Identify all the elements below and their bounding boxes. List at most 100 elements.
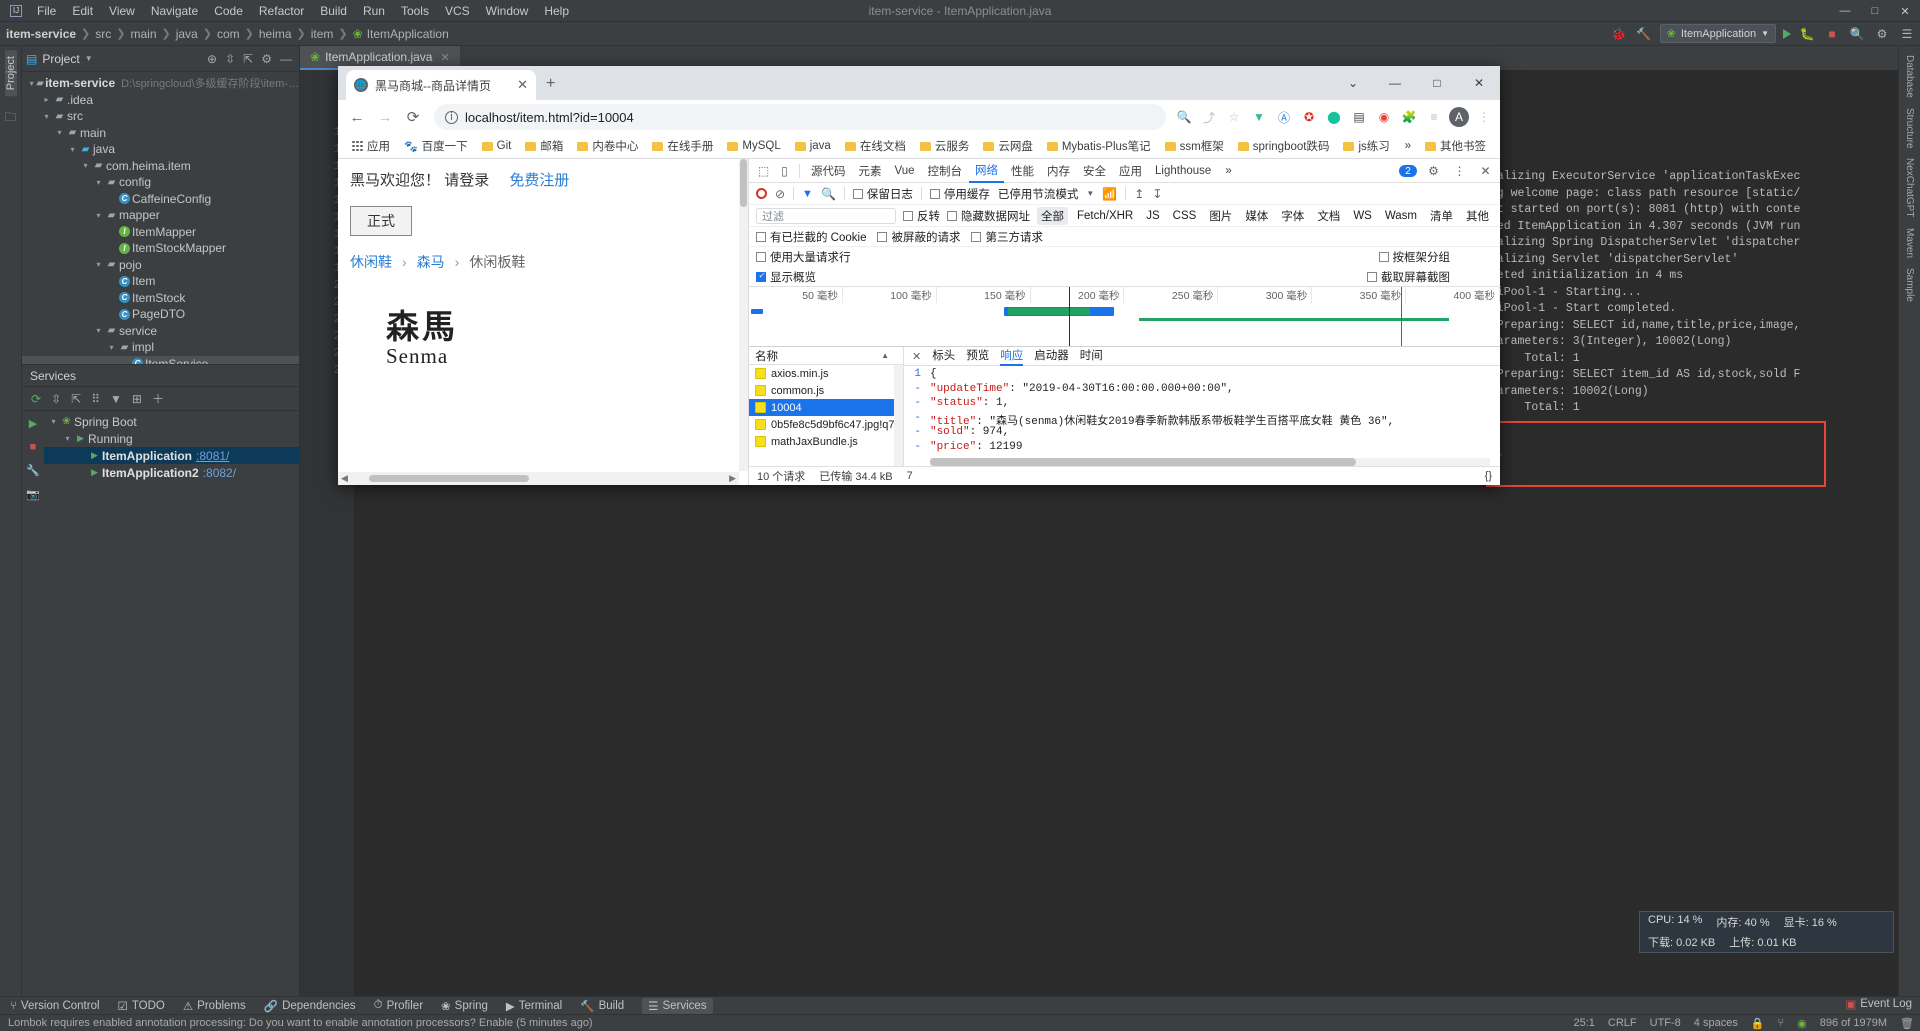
bookmark-5[interactable]: 在线手册 <box>646 136 719 156</box>
camera-icon[interactable]: 📷 <box>26 488 40 501</box>
response-tab-启动器[interactable]: 启动器 <box>1034 347 1069 366</box>
services-rail[interactable]: ▶ ■ 🔧 📷 <box>22 411 44 501</box>
tree-node-itemmapper[interactable]: I ItemMapper <box>22 224 299 241</box>
toolwindow-todo[interactable]: ☑ TODO <box>118 999 165 1013</box>
tree-node--idea[interactable]: ▸ ▰ .idea <box>22 92 299 109</box>
back-button[interactable]: ← <box>344 104 370 130</box>
response-tab-时间[interactable]: 时间 <box>1080 347 1103 366</box>
login-link[interactable]: 请登录 <box>444 172 489 189</box>
chrome-tab[interactable]: 🌐 黑马商城--商品详情页 ✕ <box>346 70 536 100</box>
filter-type-WS[interactable]: WS <box>1349 209 1376 223</box>
event-log-button[interactable]: ▣ Event Log <box>1845 997 1912 1011</box>
devtools-tab-网络[interactable]: 网络 <box>969 159 1005 183</box>
chevron-icon[interactable]: ▾ <box>93 178 104 187</box>
bookmark-3[interactable]: 邮箱 <box>519 136 569 156</box>
tree-node-pojo[interactable]: ▾ ▰ pojo <box>22 257 299 274</box>
other-bookmarks[interactable]: 其他书签 <box>1419 136 1492 156</box>
export-icon[interactable]: ↧ <box>1152 187 1162 201</box>
filter-type-全部[interactable]: 全部 <box>1036 206 1068 225</box>
locate-icon[interactable]: ⊕ <box>207 52 217 66</box>
bookmark-14[interactable]: js练习 <box>1337 136 1395 156</box>
devtools-tab-Lighthouse[interactable]: Lighthouse <box>1149 162 1217 180</box>
search-icon[interactable]: 🔍 <box>1848 25 1866 43</box>
menu-tools[interactable]: Tools <box>394 2 436 20</box>
star-icon[interactable]: ☆ <box>1224 107 1244 127</box>
bookmark-12[interactable]: ssm框架 <box>1159 136 1230 156</box>
chevron-icon[interactable]: ▾ <box>62 434 73 443</box>
tree-node-service[interactable]: ▾ ▰ service <box>22 323 299 340</box>
response-tab-bar[interactable]: ✕ 标头 预览 响应 启动器 时间 <box>903 347 1500 366</box>
maximize-button[interactable]: □ <box>1860 0 1890 22</box>
filter-type-字体[interactable]: 字体 <box>1277 207 1308 225</box>
minimize-button[interactable]: — <box>1830 0 1860 22</box>
response-tab-响应[interactable]: 响应 <box>1000 347 1024 366</box>
record-icon[interactable] <box>755 188 767 199</box>
inspection-icon[interactable]: ◉ <box>1797 1017 1807 1030</box>
forward-button[interactable]: → <box>372 104 398 130</box>
bookmarks-overflow[interactable]: » <box>1399 138 1417 154</box>
response-horizontal-scrollbar[interactable] <box>929 458 1490 466</box>
build-icon[interactable]: 🔨 <box>1635 25 1653 43</box>
filter-type-媒体[interactable]: 媒体 <box>1241 207 1272 225</box>
status-bar-right[interactable]: 25:1 CRLF UTF-8 4 spaces 🔒 ⑂ ◉ 896 of 19… <box>1573 1017 1914 1030</box>
project-tree[interactable]: ▾ ▰ item-service D:\springcloud\多级缓存阶段\item… <box>22 72 299 364</box>
plus-icon[interactable]: ＋ <box>152 390 164 407</box>
rerun-icon[interactable]: ⟳ <box>31 392 41 406</box>
window-controls[interactable]: — □ ✕ <box>1830 0 1920 22</box>
address-bar[interactable]: i localhost/item.html?id=10004 <box>434 104 1166 130</box>
clear-icon[interactable]: ⊘ <box>775 187 785 201</box>
tree-node-pagedto[interactable]: C PageDTO <box>22 306 299 323</box>
device-toolbar-icon[interactable]: ▯ <box>775 161 794 180</box>
bookmark-9[interactable]: 云服务 <box>914 136 976 156</box>
lock-icon[interactable]: 🔒 <box>1751 1017 1765 1030</box>
hide-data-urls-checkbox[interactable]: 隐藏数据网址 <box>946 208 1030 224</box>
network-overview[interactable]: 50 毫秒 100 毫秒 150 毫秒 200 毫秒 250 毫秒 300 毫秒 350 毫… <box>748 287 1500 347</box>
stop-icon[interactable]: ■ <box>1823 25 1841 43</box>
tree-node-java[interactable]: ▾ ▰ java <box>22 141 299 158</box>
database-tool-tab[interactable]: Database <box>1904 50 1915 103</box>
new-tab-button[interactable]: + <box>546 75 555 93</box>
disable-cache-checkbox[interactable]: 停用缓存 <box>929 186 990 202</box>
nav-right-actions[interactable]: 🐞 🔨 ❀ ItemApplication ▼ 🐛 ■ 🔍 ⚙ ☰ <box>1610 24 1916 43</box>
devtools-tab-bar[interactable]: ⬚ ▯ 源代码 元素 Vue 控制台 网络 性能 内存 安全 应用 Lighthouse » 2 … <box>748 159 1500 183</box>
chevron-icon[interactable]: ▾ <box>54 128 65 137</box>
menu-bar[interactable]: File Edit View Navigate Code Refactor Build Run… <box>30 2 576 20</box>
tab-search-icon[interactable]: ⌄ <box>1332 66 1374 100</box>
request-item[interactable]: common.js <box>749 382 903 399</box>
register-link[interactable]: 免费注册 <box>509 172 569 189</box>
throttling-select[interactable]: 已停用节流模式 <box>998 186 1079 202</box>
breadcrumb-item-4[interactable]: com <box>217 27 240 41</box>
hide-panel-icon[interactable]: — <box>280 52 292 66</box>
menu-run[interactable]: Run <box>356 2 392 20</box>
request-item[interactable]: 0b5fe8c5d9bf6c47.jpg!q7... <box>749 416 903 433</box>
official-button[interactable]: 正式 <box>350 206 412 236</box>
bookmark-1[interactable]: 🐾 百度一下 <box>398 136 474 156</box>
filter-type-其他[interactable]: 其他 <box>1462 207 1493 225</box>
blocked-cookies-checkbox[interactable]: 有已拦截的 Cookie <box>755 229 866 245</box>
invert-checkbox[interactable]: 反转 <box>902 208 940 224</box>
reload-button[interactable]: ⟳ <box>400 104 426 130</box>
service-node-itemapplication[interactable]: ▶ ItemApplication:8081/ <box>44 447 299 464</box>
wifi-icon[interactable]: 📶 <box>1102 187 1117 201</box>
devtools-tab-控制台[interactable]: 控制台 <box>922 160 969 182</box>
preserve-log-checkbox[interactable]: 保留日志 <box>852 186 913 202</box>
close-button[interactable]: ✕ <box>1458 66 1500 100</box>
tree-node-itemservice[interactable]: C ItemService <box>22 355 299 364</box>
bookmark-10[interactable]: 云网盘 <box>977 136 1039 156</box>
show-overview-checkbox[interactable]: 显示概览 <box>755 269 816 285</box>
tree-node-item[interactable]: C Item <box>22 273 299 290</box>
service-node-itemapplication2[interactable]: ▶ ItemApplication2:8082/ <box>44 464 299 481</box>
close-icon[interactable]: ✕ <box>1476 161 1495 180</box>
color-icon[interactable]: ◉ <box>1374 107 1394 127</box>
bookmark-8[interactable]: 在线文档 <box>839 136 912 156</box>
breadcrumb-item-6[interactable]: item <box>311 27 334 41</box>
folder-icon[interactable]: 🗀 <box>4 108 16 129</box>
maximize-button[interactable]: □ <box>1416 66 1458 100</box>
bookmark-6[interactable]: MySQL <box>721 138 786 154</box>
import-icon[interactable]: ↥ <box>1134 187 1144 201</box>
issues-badge[interactable]: 2 <box>1399 164 1417 177</box>
filter-type-清单[interactable]: 清单 <box>1426 207 1457 225</box>
big-request-rows-checkbox[interactable]: 使用大量请求行 <box>755 249 850 265</box>
bookmark-0[interactable]: 应用 <box>346 136 396 156</box>
chevron-icon[interactable]: ▾ <box>41 112 52 121</box>
